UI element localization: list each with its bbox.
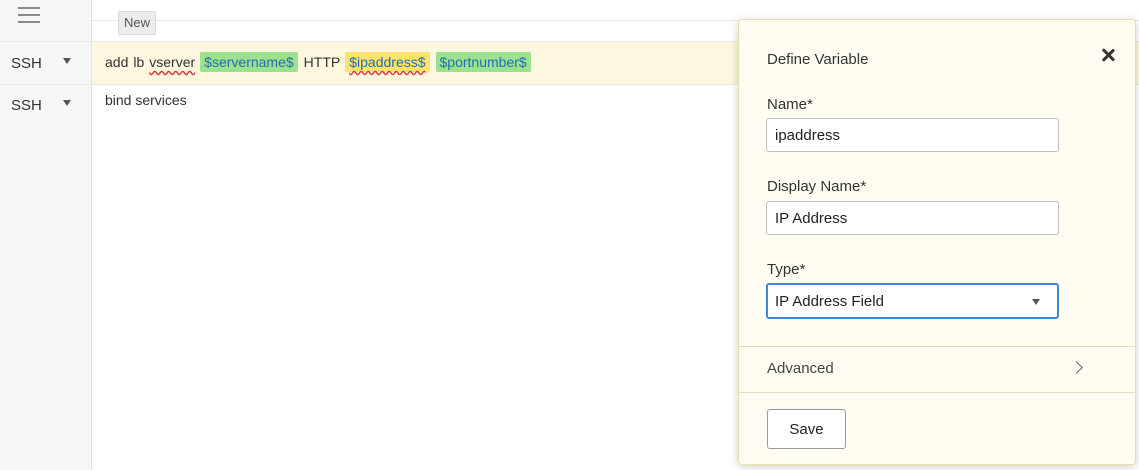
name-input[interactable]	[766, 118, 1059, 152]
type-select-value: IP Address Field	[775, 293, 884, 310]
command-token: add	[105, 54, 129, 70]
advanced-label: Advanced	[767, 360, 834, 377]
panel-title: Define Variable	[767, 51, 869, 68]
command-token-misspelled: vserver	[149, 54, 196, 70]
row-1-lang-label: SSH	[11, 54, 42, 72]
variable-chip-ipaddress-text: $ipaddress$	[349, 54, 426, 70]
row-1-type: SSH	[0, 45, 92, 81]
command-text: bind services	[105, 92, 187, 108]
command-line-1[interactable]: add lb vserver $servername$ HTTP $ipaddr…	[105, 52, 537, 72]
command-token: lb	[133, 54, 145, 70]
panel-divider	[739, 392, 1135, 393]
command-line-2[interactable]: bind services	[105, 92, 187, 108]
define-variable-panel: Define Variable Name* Display Name* Type…	[738, 19, 1136, 465]
left-gutter: SSH SSH	[0, 0, 92, 470]
chevron-right-icon	[1070, 361, 1083, 374]
row-2-lang-label: SSH	[11, 96, 42, 114]
type-label: Type*	[767, 261, 806, 278]
variable-chip-servername[interactable]: $servername$	[200, 52, 298, 72]
display-name-label: Display Name*	[767, 178, 867, 195]
advanced-section-toggle[interactable]: Advanced	[739, 347, 1135, 392]
row-2-dropdown-icon[interactable]	[63, 100, 71, 106]
new-button[interactable]: New	[118, 11, 157, 35]
variable-chip-ipaddress[interactable]: $ipaddress$	[345, 52, 430, 72]
row-2-type: SSH	[0, 87, 92, 123]
close-icon[interactable]	[1099, 46, 1117, 64]
type-select[interactable]: IP Address Field	[766, 283, 1059, 319]
row-1-dropdown-icon[interactable]	[63, 58, 71, 64]
chevron-down-icon	[1032, 299, 1040, 305]
command-token: HTTP	[303, 54, 341, 70]
variable-chip-portnumber[interactable]: $portnumber$	[435, 52, 531, 72]
name-label: Name*	[767, 96, 813, 113]
display-name-input[interactable]	[766, 201, 1059, 235]
hamburger-menu-icon[interactable]	[18, 6, 40, 24]
save-button[interactable]: Save	[767, 409, 846, 449]
